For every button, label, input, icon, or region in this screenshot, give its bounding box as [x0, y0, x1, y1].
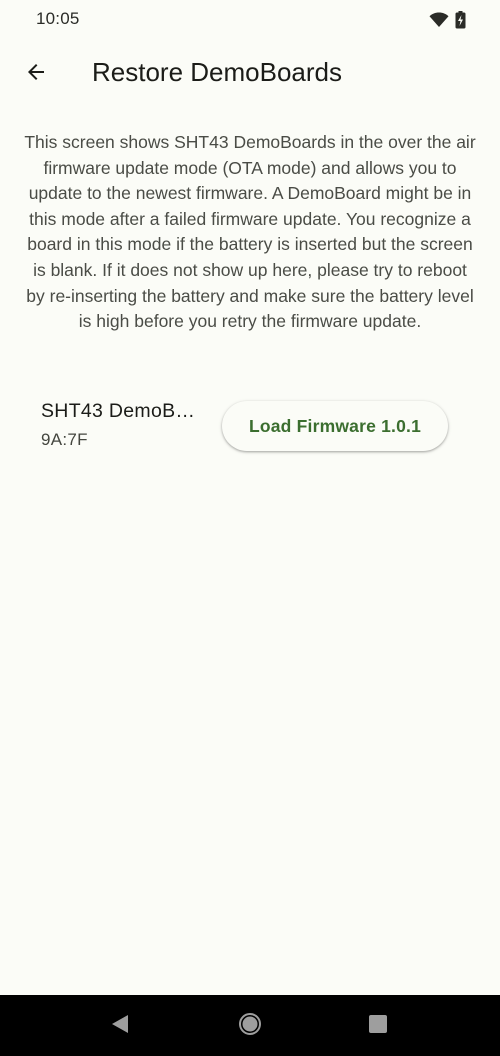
battery-charging-icon	[455, 11, 466, 34]
navigation-bar	[0, 995, 500, 1056]
description-text: This screen shows SHT43 DemoBoards in th…	[24, 132, 476, 332]
nav-recents-icon	[368, 1014, 388, 1039]
status-icons	[429, 11, 466, 34]
status-bar: 10:05	[0, 0, 500, 40]
arrow-back-icon	[24, 60, 48, 89]
nav-recents-button[interactable]	[361, 1009, 395, 1043]
device-list-item: SHT43 DemoB… 9A:7F Load Firmware 1.0.1	[0, 392, 500, 462]
nav-back-icon	[109, 1013, 131, 1040]
load-firmware-button[interactable]: Load Firmware 1.0.1	[222, 401, 448, 451]
status-time: 10:05	[36, 9, 80, 28]
nav-home-button[interactable]	[233, 1009, 267, 1043]
back-button[interactable]	[14, 52, 58, 96]
load-firmware-label: Load Firmware 1.0.1	[248, 415, 422, 436]
device-name: SHT43 DemoB…	[41, 400, 196, 422]
nav-back-button[interactable]	[103, 1009, 137, 1043]
device-id: 9A:7F	[41, 430, 88, 449]
app-bar: Restore DemoBoards	[0, 44, 500, 104]
page-title: Restore DemoBoards	[92, 57, 342, 87]
wifi-icon	[429, 12, 449, 33]
nav-home-icon	[238, 1012, 262, 1041]
